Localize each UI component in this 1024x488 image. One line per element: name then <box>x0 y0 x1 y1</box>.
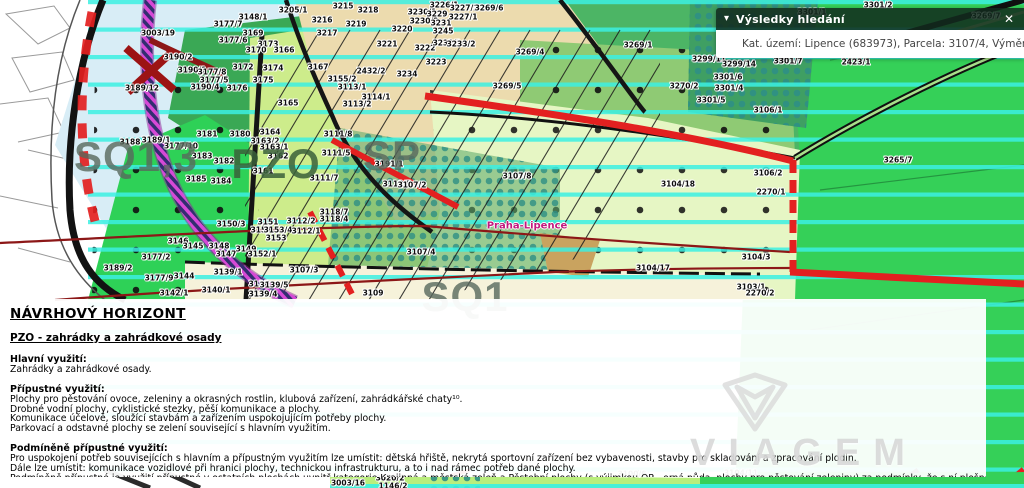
info-section: Podmíněně přípustné využití:Pro uspokoje… <box>10 443 986 477</box>
section-line: Podmíněně přípustné je využití přípustné… <box>10 474 986 477</box>
info-subheading: PZO - zahrádky a zahrádkové osady <box>10 332 986 344</box>
info-section: Přípustné využití:Plochy pro pěstování o… <box>10 384 986 434</box>
search-results-title: Výsledky hledání <box>736 13 1002 26</box>
section-line: Zahrádky a zahrádkové osady. <box>10 365 986 375</box>
search-result-text: Kat. území: Lipence (683973), Parcela: 3… <box>742 38 1024 50</box>
close-panel-icon[interactable]: ✕ <box>1002 12 1016 26</box>
zoning-info-panel: NÁVRHOVÝ HORIZONT PZO - zahrádky a zahrá… <box>0 299 986 477</box>
search-result-row[interactable]: Kat. území: Lipence (683973), Parcela: 3… <box>716 30 1024 58</box>
map-application: 3003/193177/73177/63190/23190/13177/8317… <box>0 0 1024 488</box>
info-heading: NÁVRHOVÝ HORIZONT <box>10 306 986 322</box>
search-results-panel: ▾ Výsledky hledání ✕ Kat. území: Lipence… <box>716 8 1024 58</box>
chevron-down-icon[interactable]: ▾ <box>724 14 729 24</box>
search-results-header[interactable]: ▾ Výsledky hledání ✕ <box>716 8 1024 30</box>
info-sections: Hlavní využití:Zahrádky a zahrádkové osa… <box>10 354 986 477</box>
section-title: Hlavní využití: <box>10 354 986 365</box>
section-line: Parkovací a odstavné plochy se zelení so… <box>10 424 986 434</box>
info-section: Hlavní využití:Zahrádky a zahrádkové osa… <box>10 354 986 375</box>
